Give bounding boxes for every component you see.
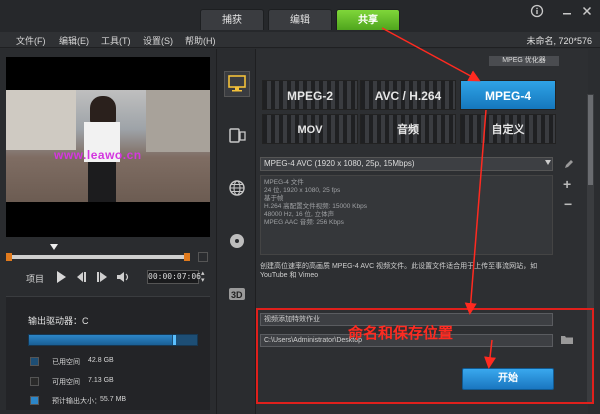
annotation-arrows bbox=[381, 27, 496, 369]
